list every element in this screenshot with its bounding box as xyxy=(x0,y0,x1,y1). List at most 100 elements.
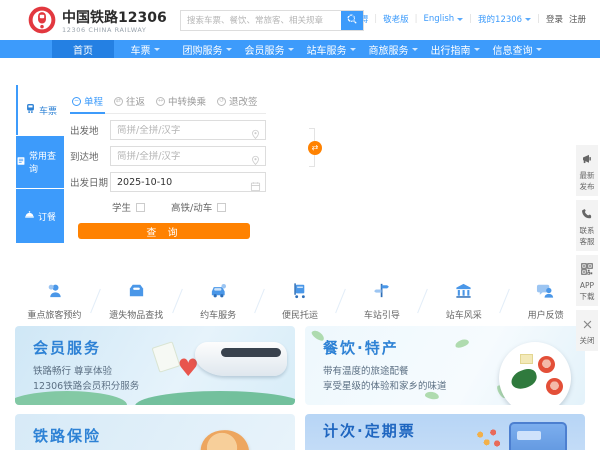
nav-item-tickets[interactable]: 车票 xyxy=(114,40,176,58)
chevron-down-icon xyxy=(153,47,160,51)
card-subtitle: 铁路畅行 尊享体验 xyxy=(33,366,113,377)
card-title: 餐饮·特产 xyxy=(323,339,399,357)
nav-item-info-query[interactable]: 信息查询 xyxy=(486,40,548,58)
language-select[interactable]: English xyxy=(423,14,464,24)
leaf-decoration xyxy=(424,390,440,401)
phone-icon xyxy=(581,205,593,224)
close-toolbar-button[interactable]: 关闭 xyxy=(576,310,598,351)
logo-subtitle: 12306 CHINA RAILWAY xyxy=(62,26,147,34)
my12306-menu[interactable]: 我的12306 xyxy=(478,13,532,25)
nav-item-travel-guide[interactable]: 出行指南 xyxy=(424,40,486,58)
car-service-icon xyxy=(209,281,228,304)
green-hill-decoration xyxy=(135,391,295,405)
nav-item-group-purchase[interactable]: 团购服务 xyxy=(176,40,238,58)
chevron-down-icon xyxy=(473,47,480,51)
date-label: 出发日期 xyxy=(70,178,109,189)
card-title: 铁路保险 xyxy=(33,427,102,445)
chevron-down-icon xyxy=(411,47,418,51)
contact-support-button[interactable]: 联系客服 xyxy=(576,200,598,251)
swap-stations-button[interactable]: ⇄ xyxy=(308,141,322,155)
refund-icon: ↺ xyxy=(217,96,227,106)
nav-item-station-services[interactable]: 站车服务 xyxy=(300,40,362,58)
search-input[interactable] xyxy=(181,11,341,30)
tomato-decoration xyxy=(546,378,563,395)
logo[interactable]: 中国铁路12306 12306 CHINA RAILWAY xyxy=(28,6,167,38)
train-window-decoration xyxy=(221,348,281,357)
china-railway-emblem-icon xyxy=(28,6,56,38)
chevron-down-icon xyxy=(349,47,356,51)
shield-decoration xyxy=(198,426,252,450)
highspeed-checkbox[interactable]: 高铁/动车 xyxy=(171,200,227,214)
nav-item-business-travel[interactable]: 商旅服务 xyxy=(362,40,424,58)
nav-item-home[interactable]: 首页 xyxy=(52,40,114,58)
card-title: 会员服务 xyxy=(33,339,102,357)
tab-transfer[interactable]: ↔ 中转换乘 xyxy=(156,94,206,108)
ticket-options: 学生 高铁/动车 xyxy=(70,200,266,214)
arrival-label: 到达地 xyxy=(70,152,99,163)
sidebar-item-tickets[interactable]: 车票 xyxy=(16,85,64,135)
sidebar-item-common-queries[interactable]: 常用查询 xyxy=(16,136,64,188)
checkbox-icon xyxy=(136,202,146,212)
divider: | xyxy=(414,14,418,24)
card-subtitle: 带有温度的旅途配餐 xyxy=(323,366,409,377)
tomato-decoration xyxy=(538,356,555,373)
card-pass-tickets[interactable]: 计次·定期票 xyxy=(305,414,585,450)
register-link[interactable]: 注册 xyxy=(569,13,586,25)
location-pin-icon xyxy=(250,151,261,170)
elder-mode-link[interactable]: 敬老版 xyxy=(383,13,409,25)
query-icon xyxy=(16,156,26,169)
logo-text: 中国铁路12306 12306 CHINA RAILWAY xyxy=(62,10,167,34)
date-field xyxy=(110,172,266,192)
date-input[interactable] xyxy=(111,176,265,188)
logo-title: 中国铁路12306 xyxy=(62,10,167,26)
student-checkbox[interactable]: 学生 xyxy=(112,200,146,214)
gift-box-decoration xyxy=(151,341,181,373)
arrival-input[interactable] xyxy=(111,150,265,162)
leaf-decoration xyxy=(454,337,470,350)
station-building-icon xyxy=(454,281,473,304)
service-station-guide[interactable]: 车站引导 xyxy=(341,281,422,321)
round-trip-icon: ⇄ xyxy=(114,96,124,106)
location-pin-icon xyxy=(250,125,261,144)
cheese-decoration xyxy=(520,354,533,364)
tab-one-way[interactable]: − 单程 xyxy=(69,94,106,114)
service-car-hailing[interactable]: 约车服务 xyxy=(178,281,259,321)
arrival-field xyxy=(110,146,266,166)
calendar-icon xyxy=(250,177,261,196)
card-subtitle: 12306铁路会员积分服务 xyxy=(33,381,140,392)
departure-input[interactable] xyxy=(111,124,265,136)
tab-refund-change[interactable]: ↺ 退改签 xyxy=(217,94,258,108)
service-station-showcase[interactable]: 站车风采 xyxy=(423,281,504,321)
lost-item-icon xyxy=(127,281,146,304)
qr-code-icon xyxy=(581,260,593,279)
trip-type-tabs: − 单程 ⇄ 往返 ↔ 中转换乘 ↺ 退改签 xyxy=(69,92,266,114)
booking-form: − 单程 ⇄ 往返 ↔ 中转换乘 ↺ 退改签 出发地 简拼/全拼/汉字 到达地 … xyxy=(69,92,322,239)
service-user-feedback[interactable]: 用户反馈 xyxy=(505,281,586,321)
service-luggage-shipping[interactable]: 便民托运 xyxy=(260,281,341,321)
nav-item-membership[interactable]: 会员服务 xyxy=(238,40,300,58)
card-title: 计次·定期票 xyxy=(323,422,416,440)
departure-field xyxy=(110,120,266,140)
accessibility-link[interactable]: 无障碍 xyxy=(343,13,369,25)
service-priority-passenger[interactable]: 重点旅客预约 xyxy=(14,281,95,321)
service-lost-items[interactable]: 遗失物品查找 xyxy=(96,281,177,321)
card-railway-insurance[interactable]: 铁路保险 用心呵护 放心出行 xyxy=(15,414,295,450)
query-button[interactable]: 查 询 xyxy=(78,223,250,239)
card-membership[interactable]: ♥ 会员服务 铁路畅行 尊享体验 12306铁路会员积分服务 xyxy=(15,326,295,405)
megaphone-icon xyxy=(581,150,594,169)
main-nav: 首页 车票 团购服务 会员服务 站车服务 商旅服务 出行指南 信息查询 xyxy=(0,40,600,58)
header: 中国铁路12306 12306 CHINA RAILWAY 无障碍 | 敬老版 … xyxy=(0,0,600,40)
tab-round-trip[interactable]: ⇄ 往返 xyxy=(114,94,145,108)
transfer-icon: ↔ xyxy=(156,96,166,106)
search-bar xyxy=(180,10,364,31)
close-icon xyxy=(582,315,593,334)
chevron-down-icon xyxy=(287,47,294,51)
latest-release-button[interactable]: 最新发布 xyxy=(576,145,598,196)
booking-sidebar: 车票 常用查询 订餐 xyxy=(16,85,64,243)
sidebar-item-meal-order[interactable]: 订餐 xyxy=(16,189,64,243)
header-links: 无障碍 | 敬老版 | English | 我的12306 | 登录 注册 xyxy=(343,13,586,25)
card-dining-specialty[interactable]: 餐饮·特产 带有温度的旅途配餐 享受星级的体验和家乡的味道 xyxy=(305,326,585,405)
login-link[interactable]: 登录 xyxy=(546,13,563,25)
app-download-button[interactable]: APP下载 xyxy=(576,255,598,306)
feedback-icon xyxy=(536,281,555,304)
